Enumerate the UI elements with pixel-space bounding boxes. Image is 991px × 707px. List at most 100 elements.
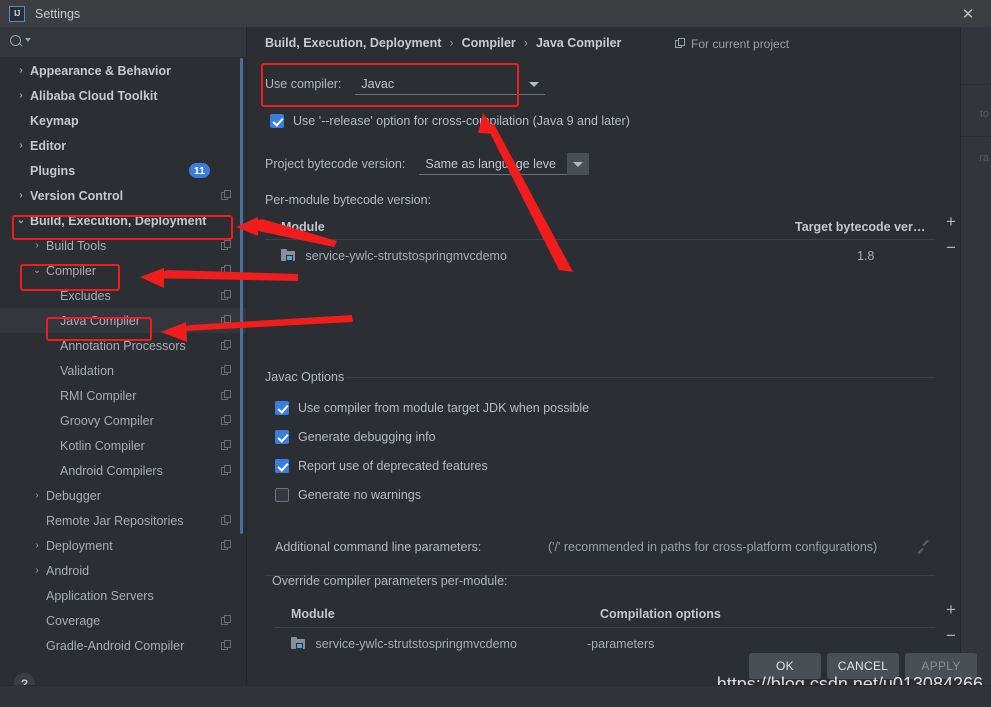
copy-settings-icon[interactable]	[221, 390, 232, 401]
sidebar-item-plugins[interactable]: Plugins 11	[0, 158, 246, 183]
sidebar-item-label: Android	[46, 563, 90, 578]
search-input[interactable]	[31, 35, 246, 49]
copy-settings-icon[interactable]	[221, 190, 232, 201]
sidebar-item-deployment[interactable]: › Deployment	[0, 533, 246, 558]
sidebar-item-android[interactable]: › Android	[0, 558, 246, 583]
sidebar-item-coverage[interactable]: Coverage	[0, 608, 246, 633]
javac-option-label: Use compiler from module target JDK when…	[298, 401, 590, 415]
breadcrumb-part-1[interactable]: Build, Execution, Deployment	[265, 36, 441, 50]
sidebar-scrollbar[interactable]	[240, 58, 243, 534]
copy-settings-icon[interactable]	[221, 365, 232, 376]
settings-search-bar[interactable]	[0, 27, 246, 58]
chevron-right-icon[interactable]: ›	[15, 190, 27, 201]
javac-option-row-1[interactable]: Generate debugging info	[275, 430, 436, 444]
sidebar-item-excludes[interactable]: Excludes	[0, 283, 246, 308]
override-header-rule	[275, 627, 935, 628]
table-row[interactable]: service-ywlc-strutstospringmvcdemo	[291, 637, 517, 651]
sidebar-item-compiler[interactable]: ⌄ Compiler	[0, 258, 246, 283]
copy-settings-icon[interactable]	[221, 465, 232, 476]
copy-settings-icon[interactable]	[221, 640, 232, 651]
sidebar-item-editor[interactable]: › Editor	[0, 133, 246, 158]
override-params-label: Override compiler parameters per-module:	[272, 574, 508, 588]
use-release-option-row[interactable]: Use '--release' option for cross-compila…	[270, 114, 630, 128]
add-override-button[interactable]: +	[943, 601, 959, 618]
javac-option-checkbox-1[interactable]	[275, 430, 289, 444]
sidebar-item-keymap[interactable]: Keymap	[0, 108, 246, 133]
javac-option-row-2[interactable]: Report use of deprecated features	[275, 459, 488, 473]
sidebar-item-application-servers[interactable]: Application Servers	[0, 583, 246, 608]
sidebar-item-label: Alibaba Cloud Toolkit	[30, 88, 158, 103]
javac-option-label: Report use of deprecated features	[298, 459, 488, 473]
javac-option-checkbox-3[interactable]	[275, 488, 289, 502]
javac-option-row-0[interactable]: Use compiler from module target JDK when…	[275, 401, 589, 415]
javac-option-checkbox-2[interactable]	[275, 459, 289, 473]
chevron-right-icon[interactable]: ›	[31, 240, 43, 251]
remove-module-bytecode-button[interactable]: −	[943, 239, 959, 256]
bytecode-col-module[interactable]: Module	[281, 220, 325, 234]
override-col-options[interactable]: Compilation options	[600, 607, 721, 621]
settings-sidebar[interactable]: › Appearance & Behavior › Alibaba Cloud Too…	[0, 58, 246, 669]
search-icon	[9, 34, 31, 50]
copy-settings-icon[interactable]	[221, 240, 232, 251]
copy-settings-icon[interactable]	[221, 290, 232, 301]
copy-settings-icon[interactable]	[221, 415, 232, 426]
bytecode-row-target: 1.8	[857, 249, 875, 263]
copy-settings-icon[interactable]	[221, 265, 232, 276]
expand-icon[interactable]	[917, 540, 930, 553]
additional-params-hint: ('/' recommended in paths for cross-plat…	[548, 540, 878, 554]
override-col-module[interactable]: Module	[291, 607, 335, 621]
additional-params-label: Additional command line parameters:	[275, 540, 482, 554]
javac-option-checkbox-0[interactable]	[275, 401, 289, 415]
remove-override-button[interactable]: −	[943, 627, 959, 644]
chevron-down-icon[interactable]: ⌄	[31, 265, 43, 276]
javac-option-row-3[interactable]: Generate no warnings	[275, 488, 421, 502]
chevron-right-icon[interactable]: ›	[15, 90, 27, 101]
chevron-right-icon[interactable]: ›	[15, 140, 27, 151]
sidebar-item-kotlin-compiler[interactable]: Kotlin Compiler	[0, 433, 246, 458]
sidebar-item-version-control[interactable]: › Version Control	[0, 183, 246, 208]
copy-settings-icon[interactable]	[221, 540, 232, 551]
sidebar-item-validation[interactable]: Validation	[0, 358, 246, 383]
project-bytecode-select[interactable]: Same as language leve	[419, 153, 590, 175]
add-module-bytecode-button[interactable]: +	[943, 213, 959, 230]
sidebar-item-label: Version Control	[30, 188, 124, 203]
chevron-right-icon[interactable]: ›	[15, 65, 27, 76]
chevron-down-icon[interactable]: ⌄	[15, 215, 27, 226]
sidebar-item-gradle-android-compiler[interactable]: Gradle-Android Compiler	[0, 633, 246, 658]
copy-settings-icon[interactable]	[221, 515, 232, 526]
chevron-down-icon[interactable]	[523, 73, 545, 95]
sidebar-item-debugger[interactable]: › Debugger	[0, 483, 246, 508]
chevron-right-icon[interactable]: ›	[31, 540, 43, 551]
java-compiler-panel: Build, Execution, Deployment › Compiler …	[247, 27, 960, 707]
chevron-down-icon[interactable]	[567, 153, 590, 175]
copy-settings-icon[interactable]	[221, 615, 232, 626]
search-dropdown-caret-icon[interactable]	[25, 38, 31, 42]
sidebar-item-label: Editor	[30, 138, 67, 153]
sidebar-item-build-execution-deployment[interactable]: ⌄ Build, Execution, Deployment	[0, 208, 246, 233]
sidebar-item-label: Remote Jar Repositories	[46, 513, 184, 528]
table-row[interactable]: service-ywlc-strutstospringmvcdemo	[281, 249, 507, 263]
use-release-option-checkbox[interactable]	[270, 114, 284, 128]
use-compiler-select[interactable]: Javac	[355, 73, 546, 95]
close-icon[interactable]: ✕	[945, 0, 991, 27]
sidebar-item-java-compiler[interactable]: Java Compiler	[0, 308, 246, 333]
chevron-right-icon[interactable]: ›	[31, 490, 43, 501]
sidebar-item-remote-jar-repositories[interactable]: Remote Jar Repositories	[0, 508, 246, 533]
sidebar-item-label: Compiler	[46, 263, 97, 278]
bytecode-col-target[interactable]: Target bytecode ver…	[795, 220, 925, 234]
sidebar-item-label: Kotlin Compiler	[60, 438, 145, 453]
sidebar-item-alibaba-cloud-toolkit[interactable]: › Alibaba Cloud Toolkit	[0, 83, 246, 108]
sidebar-item-android-compilers[interactable]: Android Compilers	[0, 458, 246, 483]
breadcrumb-part-2[interactable]: Compiler	[462, 36, 516, 50]
sidebar-item-annotation-processors[interactable]: Annotation Processors	[0, 333, 246, 358]
sidebar-item-label: Deployment	[46, 538, 113, 553]
copy-settings-icon[interactable]	[221, 440, 232, 451]
sidebar-item-groovy-compiler[interactable]: Groovy Compiler	[0, 408, 246, 433]
chevron-right-icon[interactable]: ›	[31, 565, 43, 576]
sidebar-item-rmi-compiler[interactable]: RMI Compiler	[0, 383, 246, 408]
javac-options-rule	[345, 377, 935, 378]
sidebar-item-build-tools[interactable]: › Build Tools	[0, 233, 246, 258]
copy-settings-icon[interactable]	[221, 315, 232, 326]
copy-settings-icon[interactable]	[221, 340, 232, 351]
sidebar-item-appearance-behavior[interactable]: › Appearance & Behavior	[0, 58, 246, 83]
